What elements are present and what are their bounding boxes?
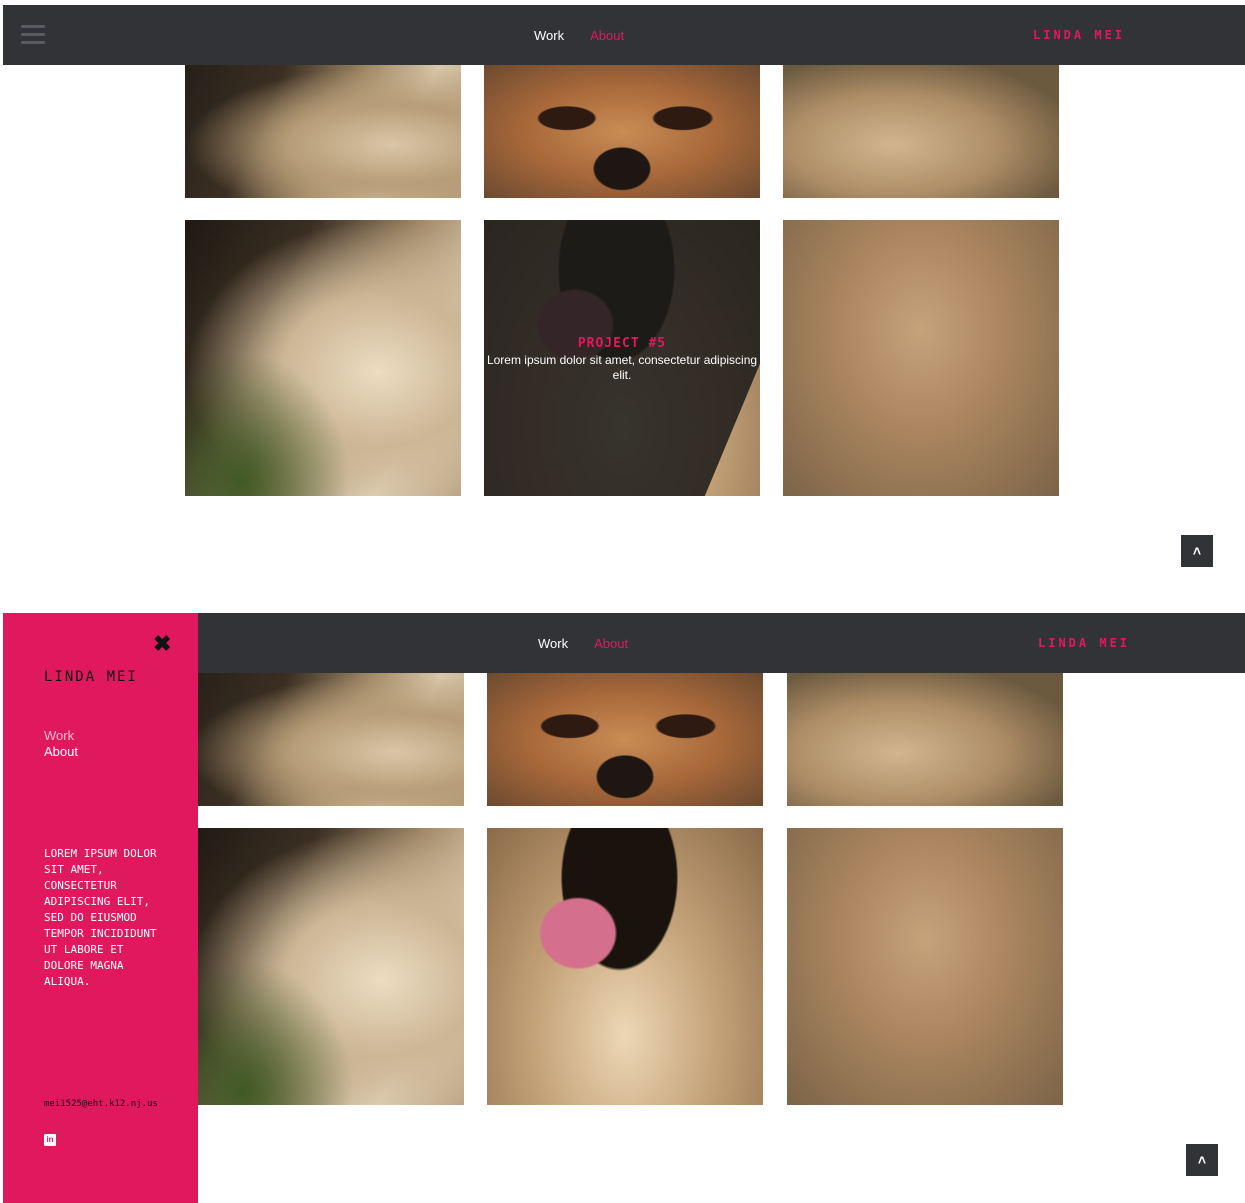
- project-tile-6[interactable]: [787, 828, 1063, 1105]
- nav-link-about[interactable]: About: [594, 636, 628, 651]
- close-icon[interactable]: ✖: [153, 633, 171, 655]
- side-menu-nav: Work About: [44, 728, 78, 760]
- main-nav: Work About: [538, 613, 628, 673]
- main-nav: Work About: [534, 5, 624, 65]
- contact-email-link[interactable]: mei1525@eht.k12.nj.us: [44, 1099, 158, 1109]
- project-title: PROJECT #5: [577, 336, 667, 351]
- side-menu: ✖ LINDA MEI Work About Lorem ipsum dolor…: [3, 613, 198, 1203]
- project-tile-1[interactable]: [185, 65, 461, 198]
- project-description: Lorem ipsum dolor sit amet, consectetur …: [486, 353, 758, 382]
- side-menu-brand: LINDA MEI: [44, 669, 138, 685]
- project-tile-2[interactable]: [484, 65, 760, 198]
- brand-name[interactable]: LINDA MEI: [1033, 5, 1125, 65]
- project-tile-2[interactable]: [487, 673, 763, 806]
- project-tile-5[interactable]: [487, 828, 763, 1105]
- linkedin-icon[interactable]: in: [44, 1134, 56, 1146]
- top-navbar: Work About LINDA MEI: [3, 5, 1245, 65]
- brand-name[interactable]: LINDA MEI: [1038, 613, 1130, 673]
- project-tile-4[interactable]: [185, 220, 461, 496]
- scroll-to-top-button[interactable]: ˄: [1181, 535, 1213, 567]
- nav-link-work[interactable]: Work: [534, 28, 564, 43]
- screenshot-menu-open-state: Work About LINDA MEI ˄ ✖ LINDA MEI Work …: [0, 608, 1245, 1203]
- scroll-to-top-button[interactable]: ˄: [1186, 1144, 1218, 1176]
- double-chevron-up-icon: ˄: [1192, 543, 1202, 559]
- nav-link-about[interactable]: About: [590, 28, 624, 43]
- project-tile-1[interactable]: [188, 673, 464, 806]
- project-tile-5[interactable]: PROJECT #5 Lorem ipsum dolor sit amet, c…: [484, 220, 760, 496]
- side-menu-blurb: Lorem ipsum dolor sit amet, consectetur …: [44, 847, 157, 988]
- hamburger-menu-icon[interactable]: [21, 25, 45, 45]
- screenshot-hover-state: Work About LINDA MEI PROJECT #5 Lorem ip…: [0, 0, 1245, 600]
- double-chevron-up-icon: ˄: [1197, 1152, 1207, 1168]
- nav-link-work[interactable]: Work: [538, 636, 568, 651]
- side-link-work[interactable]: Work: [44, 728, 78, 744]
- project-tile-4[interactable]: [188, 828, 464, 1105]
- project-tile-6[interactable]: [783, 220, 1059, 496]
- project-caption: PROJECT #5 Lorem ipsum dolor sit amet, c…: [484, 336, 760, 383]
- project-tile-3[interactable]: [783, 65, 1059, 198]
- project-tile-3[interactable]: [787, 673, 1063, 806]
- side-link-about[interactable]: About: [44, 744, 78, 760]
